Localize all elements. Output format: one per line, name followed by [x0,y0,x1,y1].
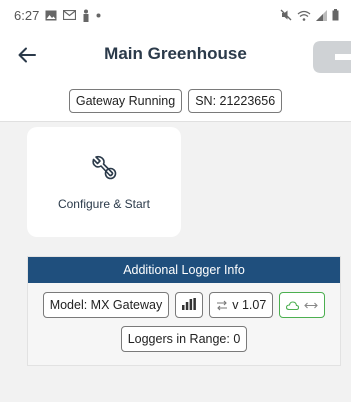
serial-number-badge: SN: 21223656 [188,88,283,113]
gateway-status-badge: Gateway Running [68,88,183,113]
firmware-icon [216,300,228,311]
status-time: 6:27 [14,7,40,23]
cloud-icon [286,300,300,310]
status-chip-row: Gateway Running SN: 21223656 [0,80,351,122]
signal-strength-icon [182,297,197,313]
firmware-version-button[interactable]: v 1.07 [209,292,274,318]
link-arrows-icon [304,301,319,310]
configure-start-label: Configure & Start [57,196,151,211]
dot-icon [96,13,101,18]
signal-icon [316,9,327,21]
wifi-icon [297,10,311,21]
logger-info-row: Model: MX Gateway v 1.07 [28,292,340,318]
signal-strength-button[interactable] [175,292,204,318]
gallery-icon [45,10,57,21]
wrench-icon [90,154,118,187]
status-left: 6:27 [14,8,101,23]
logger-info-header: Additional Logger Info [28,257,340,283]
page-title: Main Greenhouse [104,44,247,63]
mute-icon [280,9,292,21]
person-icon [82,9,90,22]
loggers-range-row: Loggers in Range: 0 [28,326,340,352]
app-header: Main Greenhouse [0,30,351,80]
model-badge: Model: MX Gateway [42,292,170,318]
cloud-connection-button[interactable] [279,292,326,318]
status-bar: 6:27 [0,0,351,30]
gmail-icon [63,10,77,20]
loggers-in-range-badge: Loggers in Range: 0 [120,326,248,352]
battery-icon [332,9,339,21]
brand-logo [311,38,351,76]
logger-info-panel: Additional Logger Info Model: MX Gateway… [27,256,341,366]
firmware-version-label: v 1.07 [232,298,267,312]
status-right [280,9,339,21]
configure-start-button[interactable]: Configure & Start [27,127,181,237]
